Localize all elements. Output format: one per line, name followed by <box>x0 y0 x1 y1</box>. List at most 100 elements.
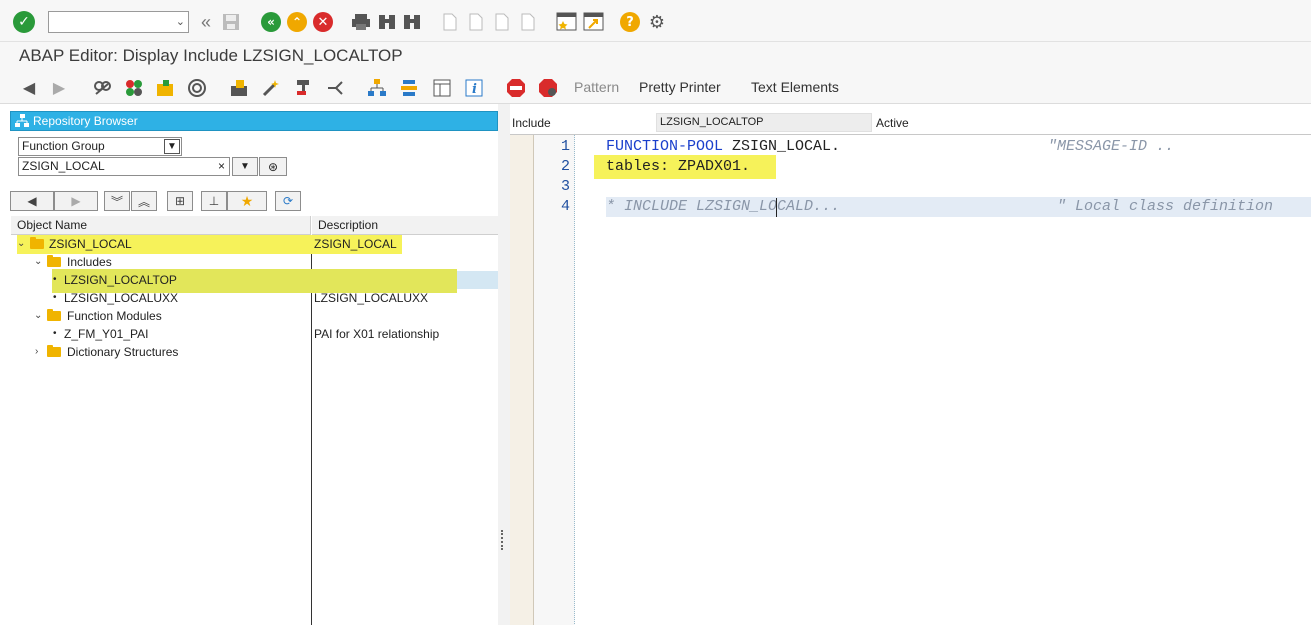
navigation-icon[interactable] <box>326 78 346 98</box>
refresh-button[interactable]: ⟳ <box>275 191 301 211</box>
find-next-icon[interactable] <box>402 12 422 32</box>
abap-editor: Include LZSIGN_LOCALTOP Active 1 2 3 4 F… <box>510 104 1311 625</box>
tree-node-function-modules[interactable]: ⌄ Function Modules <box>11 307 499 325</box>
binoculars-icon: ⊞ <box>174 194 186 208</box>
repository-browser-header: Repository Browser <box>10 111 498 131</box>
command-field[interactable]: ⌄ <box>48 11 189 33</box>
include-label: Include <box>512 116 551 130</box>
tree-node-label: LZSIGN_LOCALUXX <box>64 291 179 305</box>
check-icon[interactable] <box>187 78 207 98</box>
find-in-tree-button[interactable]: ⊞ <box>167 191 193 211</box>
tree-node-function-group[interactable]: ⌄ ZSIGN_LOCAL ZSIGN_LOCAL <box>11 235 499 253</box>
column-header-object-name[interactable]: Object Name <box>11 216 311 235</box>
display-change-icon[interactable] <box>92 78 112 98</box>
info-icon[interactable]: i <box>464 78 484 98</box>
chevron-down-icon[interactable]: ⌄ <box>17 235 25 253</box>
collapse-all-button[interactable]: ︽ <box>131 191 157 211</box>
tree-node-includes[interactable]: ⌄ Includes <box>11 253 499 271</box>
clear-icon[interactable]: × <box>218 158 225 174</box>
text-elements-button[interactable]: Text Elements <box>751 79 839 95</box>
settings-icon[interactable]: ⚙ <box>646 11 668 33</box>
line-number: 1 <box>560 138 570 155</box>
star-icon: ★ <box>240 192 254 209</box>
triangle-down-icon: ▼ <box>240 161 250 172</box>
external-breakpoint-icon[interactable] <box>538 78 558 98</box>
print-icon[interactable] <box>351 12 371 32</box>
line-number: 4 <box>560 198 570 215</box>
favorites-button[interactable]: ★ <box>227 191 267 211</box>
cancel-icon[interactable]: ✕ <box>313 12 333 32</box>
text-cursor <box>776 198 777 217</box>
set-breakpoint-icon[interactable] <box>506 78 526 98</box>
first-page-icon[interactable] <box>441 12 459 32</box>
include-name-field: LZSIGN_LOCALTOP <box>656 113 872 132</box>
object-name-input[interactable]: ZSIGN_LOCAL × <box>18 157 230 176</box>
code-line[interactable]: FUNCTION-POOL ZSIGN_LOCAL. <box>606 138 840 155</box>
code-area[interactable]: 1 2 3 4 FUNCTION-POOL ZSIGN_LOCAL. "MESS… <box>510 134 1311 625</box>
tree-node-include-top[interactable]: • LZSIGN_LOCALTOP <box>11 271 499 289</box>
previous-page-icon[interactable] <box>467 12 485 32</box>
object-type-select[interactable]: Function Group ▼ <box>18 137 182 156</box>
arrow-forward-icon[interactable]: ▶ <box>49 79 69 97</box>
last-page-icon[interactable] <box>519 12 537 32</box>
expand-all-button[interactable]: ︾ <box>104 191 130 211</box>
application-toolbar: ◀ ▶ i Pattern Pretty Printer Text Elemen… <box>0 72 1311 104</box>
exit-icon[interactable]: ⌃ <box>287 12 307 32</box>
splitter-grip-icon[interactable] <box>501 530 505 550</box>
pattern-button[interactable]: Pattern <box>574 79 619 95</box>
expand-icon: ︾ <box>110 194 123 209</box>
select-dropdown-button[interactable]: ▼ <box>232 157 258 176</box>
object-type-value: Function Group <box>22 139 105 153</box>
chevron-down-icon[interactable]: ⌄ <box>34 253 42 271</box>
stack-icon[interactable] <box>399 78 419 98</box>
code-keyword: FUNCTION-POOL <box>606 138 724 155</box>
create-session-icon[interactable] <box>556 12 578 32</box>
page-title: ABAP Editor: Display Include LZSIGN_LOCA… <box>19 46 403 65</box>
arrow-back-icon[interactable]: ◀ <box>19 79 39 97</box>
next-page-icon[interactable] <box>493 12 511 32</box>
code-comment: "MESSAGE-ID .. <box>1048 138 1175 155</box>
code-comment: " Local class definition <box>1057 198 1274 215</box>
tree-node-label: ZSIGN_LOCAL <box>49 237 132 251</box>
splitter[interactable] <box>498 104 510 625</box>
where-used-icon[interactable] <box>294 78 314 98</box>
enter-icon[interactable]: ✓ <box>13 11 35 33</box>
tree-node-dictionary-structures[interactable]: › Dictionary Structures <box>11 343 499 361</box>
sap-window: ✓ ⌄ « « ⌃ ✕ ? ⚙ ABAP Editor: Display Inc… <box>0 0 1311 625</box>
bullet-icon: • <box>53 274 57 285</box>
code-line[interactable]: tables: ZPADX01. <box>606 158 750 175</box>
chevron-down-icon[interactable]: ⌄ <box>176 15 185 28</box>
activate-icon[interactable] <box>229 78 249 98</box>
chevron-down-icon[interactable]: ▼ <box>164 139 180 154</box>
other-object-icon[interactable] <box>155 78 175 98</box>
hierarchy-up-button[interactable]: ⊥ <box>201 191 227 211</box>
line-number: 3 <box>560 178 570 195</box>
tree-node-function-module[interactable]: • Z_FM_Y01_PAI PAI for X01 relationship <box>11 325 499 343</box>
back-icon[interactable]: « <box>261 12 281 32</box>
save-icon[interactable] <box>221 12 241 32</box>
next-object-button[interactable]: ▶ <box>54 191 98 211</box>
chevron-right-icon[interactable]: › <box>35 343 38 361</box>
layout-icon[interactable] <box>432 78 452 98</box>
help-icon[interactable]: ? <box>620 12 640 32</box>
folder-icon <box>47 345 61 357</box>
tree-node-include-uxx[interactable]: • LZSIGN_LOCALUXX LZSIGN_LOCALUXX <box>11 289 499 307</box>
code-text: ZSIGN_LOCAL. <box>723 138 841 155</box>
previous-object-button[interactable]: ◀ <box>10 191 54 211</box>
active-inactive-icon[interactable] <box>124 78 144 98</box>
tree-node-description: PAI for X01 relationship <box>314 327 440 341</box>
back-double-icon[interactable]: « <box>196 12 216 32</box>
code-comment[interactable]: * INCLUDE LZSIGN_LOCALD... <box>606 198 840 215</box>
title-bar: ABAP Editor: Display Include LZSIGN_LOCA… <box>0 42 1311 72</box>
chevron-down-icon[interactable]: ⌄ <box>34 307 42 325</box>
pretty-printer-button[interactable]: Pretty Printer <box>639 79 721 95</box>
bullet-icon: • <box>53 328 57 339</box>
hierarchy-icon[interactable] <box>367 78 387 98</box>
display-button[interactable]: ⊛ <box>259 157 287 176</box>
test-icon[interactable] <box>261 78 281 98</box>
system-toolbar: ✓ ⌄ « « ⌃ ✕ ? ⚙ <box>0 0 1311 42</box>
find-icon[interactable] <box>377 12 397 32</box>
generate-shortcut-icon[interactable] <box>583 12 605 32</box>
folder-open-icon <box>47 309 61 321</box>
column-header-description[interactable]: Description <box>312 216 499 235</box>
